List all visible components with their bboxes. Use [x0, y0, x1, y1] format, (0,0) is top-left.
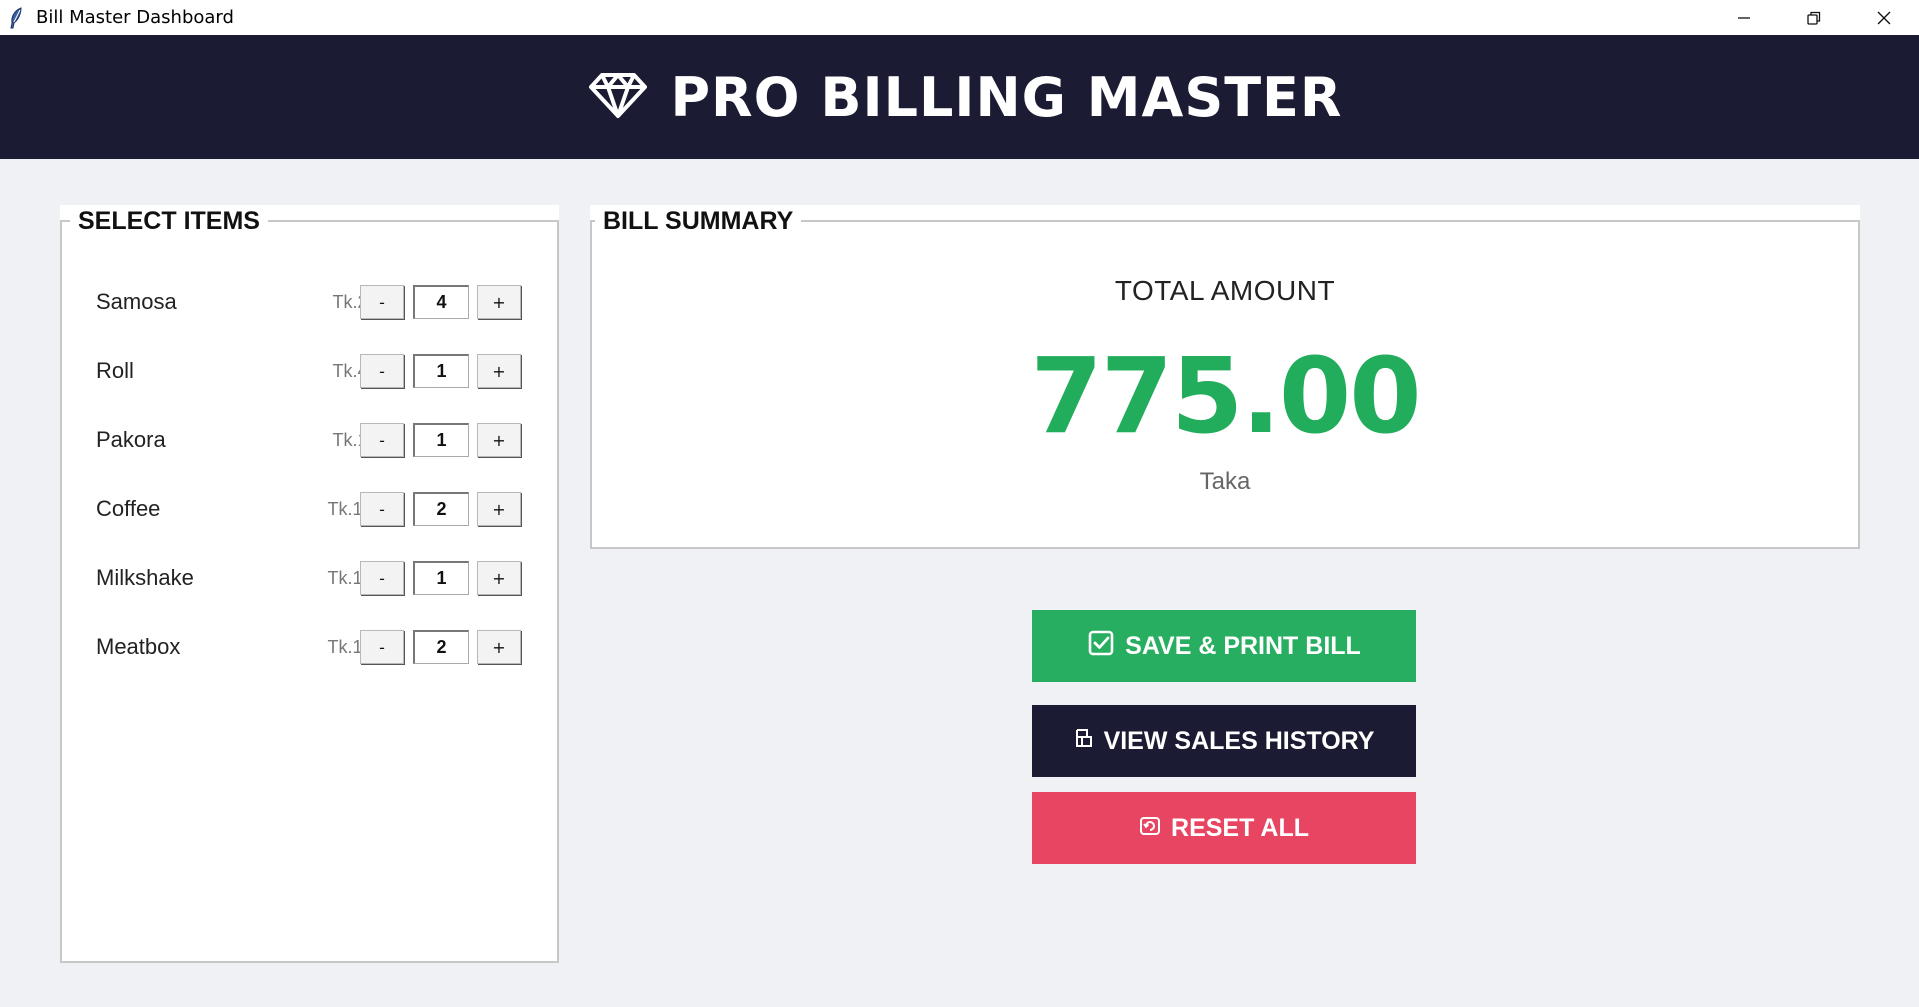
item-name: Samosa — [96, 289, 177, 314]
decrease-button[interactable]: - — [360, 285, 404, 319]
item-name: Coffee — [96, 496, 161, 521]
item-row: Roll Tk.40 - 1 + — [60, 352, 559, 392]
close-button[interactable] — [1849, 0, 1919, 35]
feather-icon — [2, 0, 30, 35]
minimize-icon — [1738, 16, 1750, 19]
decrease-button[interactable]: - — [360, 354, 404, 388]
decrease-button[interactable]: - — [360, 630, 404, 664]
history-icon — [1074, 727, 1094, 756]
total-amount-label: TOTAL AMOUNT — [1114, 275, 1336, 306]
window-controls — [1709, 0, 1919, 35]
increase-button[interactable]: + — [477, 630, 521, 664]
increase-button[interactable]: + — [477, 423, 521, 457]
increase-button[interactable]: + — [477, 492, 521, 526]
view-sales-history-button[interactable]: VIEW SALES HISTORY — [1032, 705, 1416, 777]
decrease-button[interactable]: - — [360, 423, 404, 457]
decrease-button[interactable]: - — [360, 561, 404, 595]
item-name: Pakora — [96, 427, 166, 452]
increase-button[interactable]: + — [477, 285, 521, 319]
select-items-legend: SELECT ITEMS — [70, 207, 268, 236]
quantity-field[interactable]: 1 — [413, 354, 469, 388]
minimize-button[interactable] — [1709, 0, 1779, 35]
reset-all-button[interactable]: RESET ALL — [1032, 792, 1416, 864]
save-print-bill-button[interactable]: SAVE & PRINT BILL — [1032, 610, 1416, 682]
close-icon — [1877, 11, 1891, 24]
increase-button[interactable]: + — [477, 354, 521, 388]
decrease-button[interactable]: - — [360, 492, 404, 526]
bill-summary-panel: BILL SUMMARY TOTAL AMOUNT 775.00 Taka — [590, 205, 1860, 549]
item-row: Pakora Tk.15 - 1 + — [60, 421, 559, 461]
item-name: Roll — [96, 358, 134, 383]
view-sales-history-label: VIEW SALES HISTORY — [1103, 726, 1375, 755]
select-items-panel: SELECT ITEMS Samosa Tk.25 - 4 + Roll Tk.… — [60, 205, 559, 963]
checkbox-icon — [1087, 629, 1115, 664]
quantity-field[interactable]: 2 — [413, 492, 469, 526]
item-row: Coffee Tk.100 - 2 + — [60, 490, 559, 530]
app-header: PRO BILLING MASTER — [0, 35, 1919, 159]
app-title: PRO BILLING MASTER — [670, 65, 1343, 129]
reset-all-label: RESET ALL — [1171, 813, 1309, 842]
quantity-field[interactable]: 2 — [413, 630, 469, 664]
item-row: Milkshake Tk.120 - 1 + — [60, 559, 559, 599]
item-name: Milkshake — [96, 565, 194, 590]
save-print-bill-label: SAVE & PRINT BILL — [1125, 631, 1361, 660]
reset-icon — [1139, 814, 1161, 843]
total-amount-value: 775.00 — [1030, 335, 1421, 457]
restore-icon — [1807, 11, 1821, 25]
item-name: Meatbox — [96, 634, 181, 659]
quantity-field[interactable]: 1 — [413, 561, 469, 595]
quantity-field[interactable]: 4 — [413, 285, 469, 319]
increase-button[interactable]: + — [477, 561, 521, 595]
bill-summary-legend: BILL SUMMARY — [595, 207, 802, 236]
quantity-field[interactable]: 1 — [413, 423, 469, 457]
window-title: Bill Master Dashboard — [36, 7, 234, 28]
item-row: Meatbox Tk.150 - 2 + — [60, 628, 559, 668]
currency-label: Taka — [1199, 468, 1251, 495]
window-titlebar: Bill Master Dashboard — [0, 0, 1919, 35]
diamond-icon — [588, 71, 648, 124]
item-row: Samosa Tk.25 - 4 + — [60, 283, 559, 323]
restore-button[interactable] — [1779, 0, 1849, 35]
